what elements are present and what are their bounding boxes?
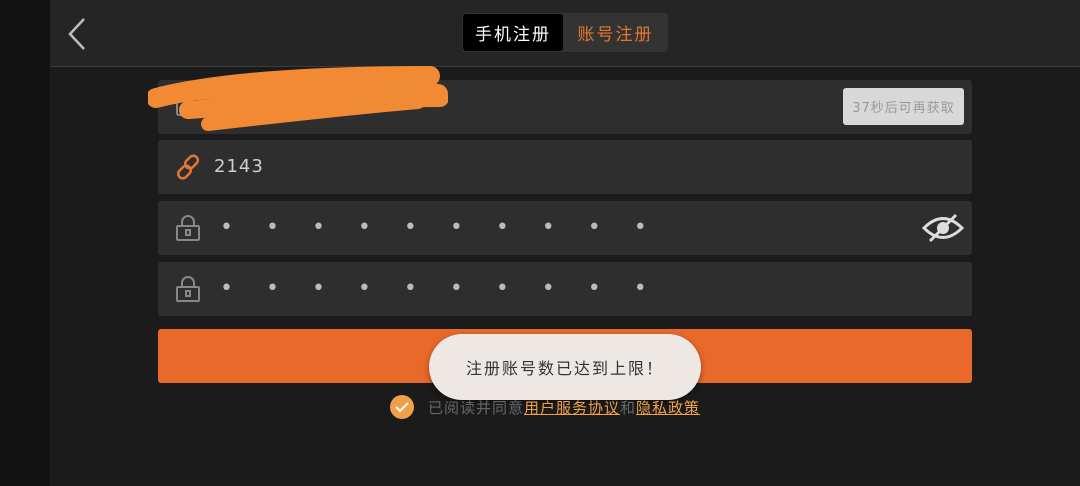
agreement-prefix: 已阅读并同意 bbox=[428, 398, 525, 417]
register-tabs: 手机注册 账号注册 bbox=[462, 13, 668, 52]
confirm-password-field[interactable]: • • • • • • • • • • bbox=[158, 262, 972, 316]
confirm-password-mask: • • • • • • • • • • bbox=[220, 276, 660, 301]
verification-code-field[interactable]: 2143 bbox=[158, 140, 972, 194]
link-icon bbox=[176, 154, 200, 180]
tab-account-register[interactable]: 账号注册 bbox=[563, 13, 668, 52]
left-edge bbox=[0, 0, 50, 486]
agreement-conjunction: 和 bbox=[620, 398, 637, 417]
terms-of-service-link[interactable]: 用户服务协议 bbox=[524, 397, 620, 418]
toast-message: 注册账号数已达到上限！ bbox=[429, 334, 701, 400]
lock-icon bbox=[176, 276, 200, 302]
eye-slash-icon[interactable] bbox=[922, 211, 964, 245]
lock-icon bbox=[176, 215, 200, 241]
password-mask: • • • • • • • • • • bbox=[220, 215, 660, 240]
tab-phone-register[interactable]: 手机注册 bbox=[463, 14, 563, 51]
agreement-row: 已阅读并同意 用户服务协议 和 隐私政策 bbox=[390, 395, 700, 419]
check-mark-icon bbox=[395, 402, 409, 413]
password-field[interactable]: • • • • • • • • • • bbox=[158, 201, 972, 255]
privacy-policy-link[interactable]: 隐私政策 bbox=[636, 397, 700, 418]
redaction-scribble bbox=[148, 66, 448, 131]
verification-code-value: 2143 bbox=[214, 156, 264, 177]
agree-check-icon[interactable] bbox=[390, 395, 414, 419]
resend-code-button[interactable]: 37秒后可再获取 bbox=[843, 88, 964, 125]
back-chevron-icon[interactable] bbox=[66, 17, 88, 51]
